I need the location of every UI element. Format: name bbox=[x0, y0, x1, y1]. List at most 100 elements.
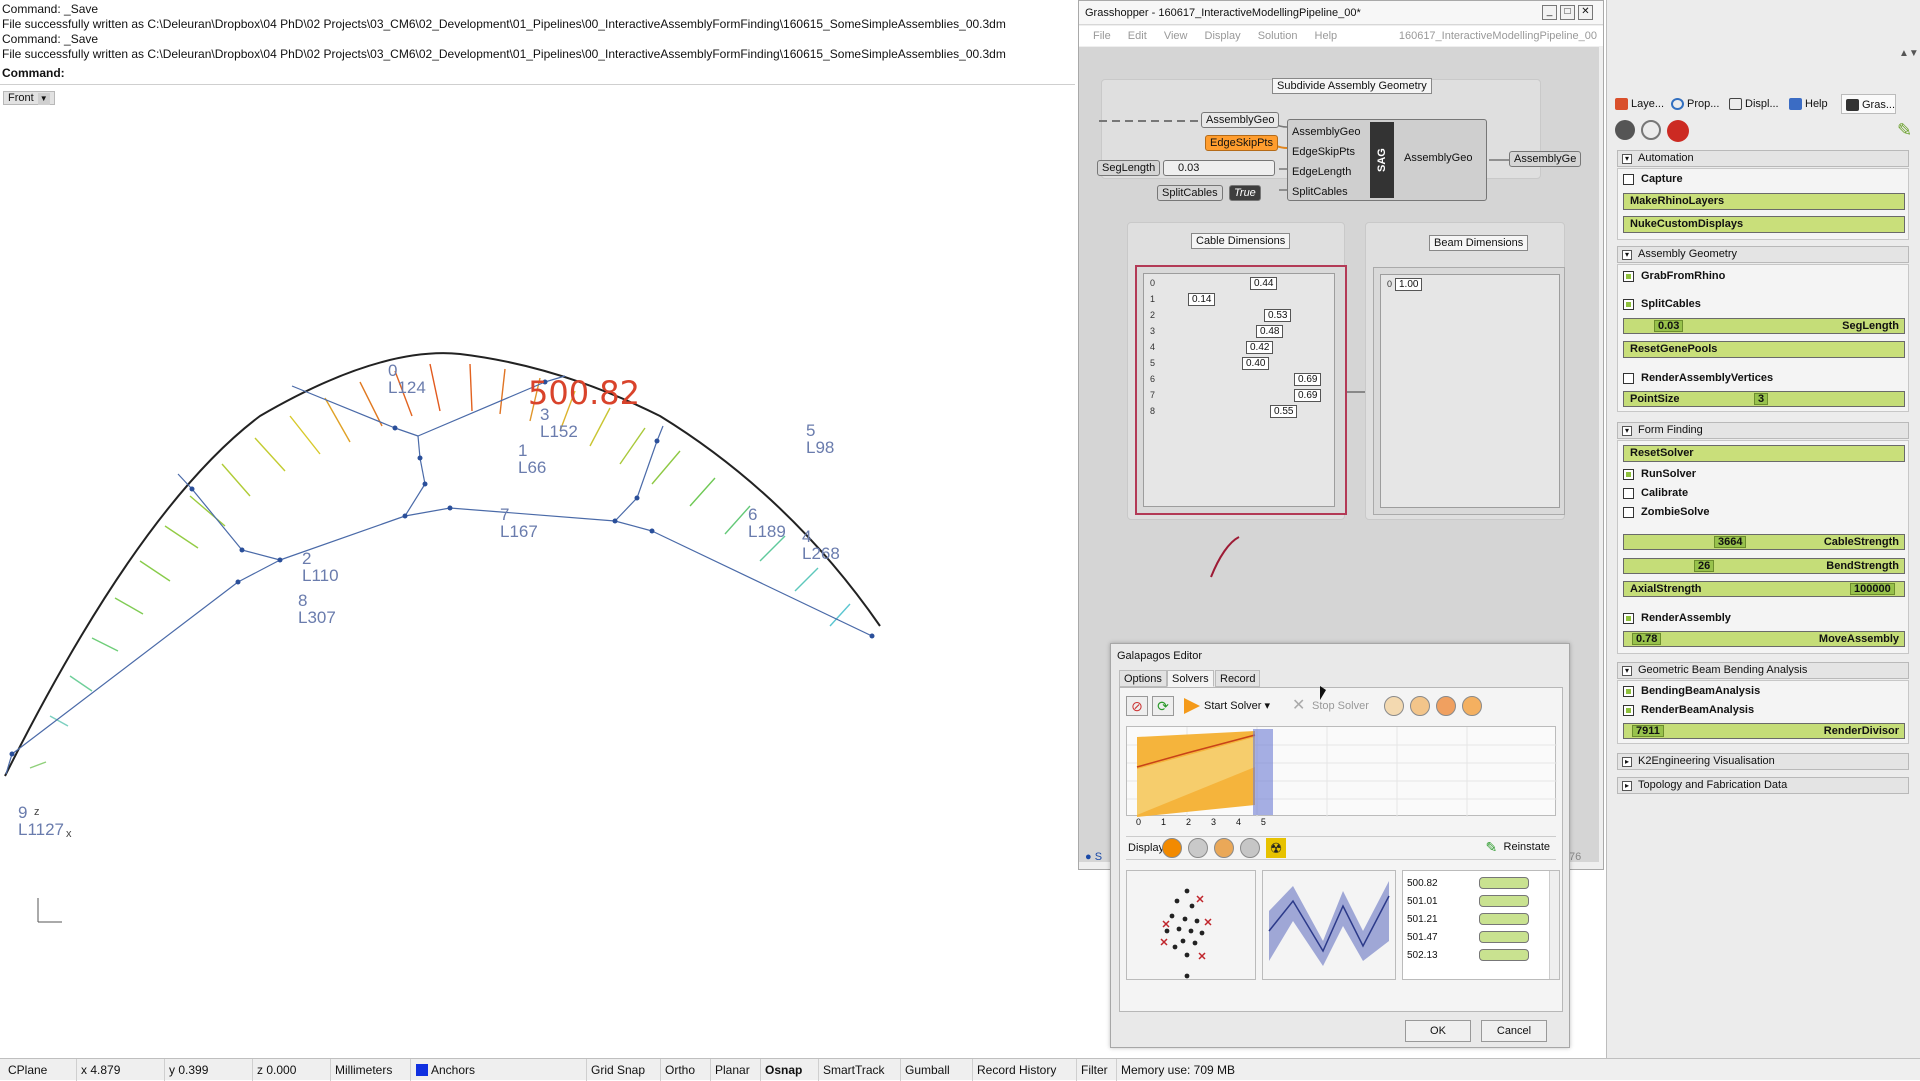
pencil-icon[interactable]: ✎ bbox=[1897, 120, 1915, 140]
stop-icon[interactable] bbox=[1667, 120, 1689, 142]
solver-settings-icon[interactable]: ⊘ bbox=[1126, 696, 1148, 716]
chip-assembly-geo[interactable]: AssemblyGeo bbox=[1201, 112, 1280, 128]
chip-edge-skip-pts[interactable]: EdgeSkipPts bbox=[1205, 135, 1278, 151]
orb-icon[interactable] bbox=[1462, 696, 1482, 716]
stop-solver-button[interactable]: ✕ Stop Solver bbox=[1290, 696, 1369, 716]
cancel-button[interactable]: Cancel bbox=[1481, 1020, 1547, 1042]
tab-record[interactable]: Record bbox=[1215, 670, 1261, 687]
render-divisor-slider[interactable]: 7911 RenderDivisor bbox=[1623, 723, 1905, 739]
status-ortho[interactable]: Ortho bbox=[660, 1059, 695, 1081]
status-smarttrack[interactable]: SmartTrack bbox=[818, 1059, 885, 1081]
group-label[interactable]: Cable Dimensions bbox=[1191, 233, 1291, 249]
toggle-capture[interactable]: Capture bbox=[1619, 170, 1683, 188]
menu-view[interactable]: View bbox=[1164, 30, 1188, 42]
genome-list[interactable]: 500.82 501.01 501.21 501.47 502.13 bbox=[1402, 870, 1560, 980]
tab-layers[interactable]: Laye... bbox=[1611, 94, 1664, 114]
status-cplane[interactable]: CPlane bbox=[8, 1059, 47, 1081]
gh-title-bar[interactable]: Grasshopper - 160617_InteractiveModellin… bbox=[1079, 1, 1603, 25]
galapagos-editor[interactable]: Galapagos Editor Options Solvers Record … bbox=[1110, 643, 1570, 1048]
maximize-icon[interactable]: □ bbox=[1560, 5, 1575, 20]
status-gumball[interactable]: Gumball bbox=[900, 1059, 950, 1081]
toggle-calibrate[interactable]: Calibrate bbox=[1619, 484, 1688, 502]
menu-help[interactable]: Help bbox=[1315, 30, 1338, 42]
orb-icon[interactable] bbox=[1188, 838, 1208, 858]
radiation-icon[interactable]: ☢ bbox=[1266, 838, 1286, 858]
toggle-render-assembly[interactable]: RenderAssembly bbox=[1619, 609, 1731, 627]
cable-dimensions-panel[interactable]: 0 1 2 3 4 5 6 7 8 0.44 0.14 0.53 0.48 0.… bbox=[1135, 265, 1347, 515]
menu-file[interactable]: File bbox=[1093, 30, 1111, 42]
status-osnap[interactable]: Osnap bbox=[760, 1059, 802, 1081]
tab-solvers[interactable]: Solvers bbox=[1167, 670, 1214, 687]
tab-display[interactable]: Displ... bbox=[1725, 94, 1779, 114]
seg-length-slider[interactable]: 0.03 SegLength bbox=[1623, 318, 1905, 334]
gauge-icon[interactable] bbox=[1436, 696, 1456, 716]
menu-solution[interactable]: Solution bbox=[1258, 30, 1298, 42]
refresh-icon[interactable]: ⟳ bbox=[1152, 696, 1174, 716]
display-label: Display bbox=[1128, 842, 1165, 854]
menu-edit[interactable]: Edit bbox=[1128, 30, 1147, 42]
tab-options[interactable]: Options bbox=[1119, 670, 1167, 687]
section-beam-bending[interactable]: ▾ Geometric Beam Bending Analysis bbox=[1617, 662, 1909, 679]
axial-strength-slider[interactable]: AxialStrength 100000 bbox=[1623, 581, 1905, 597]
orb-icon[interactable] bbox=[1162, 838, 1182, 858]
orb-icon[interactable] bbox=[1214, 838, 1234, 858]
reset-solver-button[interactable]: ResetSolver bbox=[1623, 445, 1905, 462]
seg-length-slider[interactable]: 0.03 bbox=[1163, 160, 1275, 176]
start-solver-button[interactable]: Start Solver ▾ bbox=[1182, 696, 1270, 716]
menu-display[interactable]: Display bbox=[1205, 30, 1241, 42]
status-record-history[interactable]: Record History bbox=[972, 1059, 1056, 1081]
cable-strength-slider[interactable]: 3664 CableStrength bbox=[1623, 534, 1905, 550]
toggle-bending-beam-analysis[interactable]: BendingBeamAnalysis bbox=[1619, 682, 1760, 700]
toggle-zombie-solve[interactable]: ZombieSolve bbox=[1619, 503, 1709, 521]
orb-icon[interactable] bbox=[1240, 838, 1260, 858]
status-grid-snap[interactable]: Grid Snap bbox=[586, 1059, 645, 1081]
chip-split-cables[interactable]: SplitCables bbox=[1157, 185, 1223, 201]
reset-gene-pools-button[interactable]: ResetGenePools bbox=[1623, 341, 1905, 358]
command-line: File successfully written as C:\Deleuran… bbox=[2, 47, 1006, 61]
gh-status-icon[interactable]: ● S bbox=[1085, 851, 1102, 862]
status-layer[interactable]: Anchors bbox=[410, 1059, 475, 1081]
section-topology[interactable]: ▸ Topology and Fabrication Data bbox=[1617, 777, 1909, 794]
ghost-icon[interactable] bbox=[1641, 120, 1661, 140]
toggle-run-solver[interactable]: RunSolver bbox=[1619, 465, 1696, 483]
close-icon[interactable]: ✕ bbox=[1578, 5, 1593, 20]
tab-grasshopper[interactable]: Gras... bbox=[1841, 94, 1897, 114]
chip-seg-length[interactable]: SegLength bbox=[1097, 160, 1161, 176]
toggle-grab-from-rhino[interactable]: GrabFromRhino bbox=[1619, 267, 1725, 285]
nuke-custom-displays-button[interactable]: NukeCustomDisplays bbox=[1623, 216, 1905, 233]
beam-dimensions-panel[interactable]: 0 1.00 bbox=[1373, 267, 1565, 515]
make-rhino-layers-button[interactable]: MakeRhinoLayers bbox=[1623, 193, 1905, 210]
tab-properties[interactable]: Prop... bbox=[1667, 94, 1719, 114]
section-automation[interactable]: ▾ Automation bbox=[1617, 150, 1909, 167]
preview-icon[interactable] bbox=[1615, 120, 1635, 140]
toggle-render-beam-analysis[interactable]: RenderBeamAnalysis bbox=[1619, 701, 1754, 719]
ok-button[interactable]: OK bbox=[1405, 1020, 1471, 1042]
rhino-side-panel[interactable]: ▲▼ Laye... Prop... Displ... Help Gras...… bbox=[1606, 0, 1920, 1058]
status-units[interactable]: Millimeters bbox=[330, 1059, 392, 1081]
section-form-finding[interactable]: ▾ Form Finding bbox=[1617, 422, 1909, 439]
point-size-slider[interactable]: PointSize 3 bbox=[1623, 391, 1905, 407]
split-cables-toggle[interactable]: True bbox=[1229, 185, 1261, 201]
section-assembly-geometry[interactable]: ▾ Assembly Geometry bbox=[1617, 246, 1909, 263]
gauge-icon[interactable] bbox=[1410, 696, 1430, 716]
status-filter[interactable]: Filter bbox=[1076, 1059, 1108, 1081]
toggle-split-cables[interactable]: SplitCables bbox=[1619, 295, 1701, 313]
chip-assembly-geo-out[interactable]: AssemblyGe bbox=[1509, 151, 1582, 167]
tab-help[interactable]: Help bbox=[1785, 94, 1828, 114]
bend-strength-slider[interactable]: 26 BendStrength bbox=[1623, 558, 1905, 574]
gauge-icon[interactable] bbox=[1384, 696, 1404, 716]
genome-scrollbar[interactable] bbox=[1549, 871, 1559, 979]
front-viewport[interactable]: Front ▼ 500.82 0 L124 3 L152 1 L66 7 L16… bbox=[0, 86, 1080, 1058]
move-assembly-slider[interactable]: 0.78 MoveAssembly bbox=[1623, 631, 1905, 647]
status-planar[interactable]: Planar bbox=[710, 1059, 750, 1081]
reinstate-button[interactable]: ✎ Reinstate bbox=[1486, 839, 1550, 855]
command-prompt[interactable]: Command: bbox=[2, 66, 65, 81]
panel-collapse-icon[interactable]: ▲▼ bbox=[1899, 48, 1919, 64]
minimize-icon[interactable]: _ bbox=[1542, 5, 1557, 20]
toggle-render-assembly-vertices[interactable]: RenderAssemblyVertices bbox=[1619, 369, 1773, 387]
group-label[interactable]: Beam Dimensions bbox=[1429, 235, 1529, 251]
doc-name[interactable]: 160617_InteractiveModellingPipeline_00 bbox=[1399, 26, 1597, 46]
section-k2-visualisation[interactable]: ▸ K2Engineering Visualisation bbox=[1617, 753, 1909, 770]
fitness-graph[interactable] bbox=[1126, 726, 1557, 817]
sag-component[interactable]: AssemblyGeo EdgeSkipPts EdgeLength Split… bbox=[1287, 119, 1487, 201]
